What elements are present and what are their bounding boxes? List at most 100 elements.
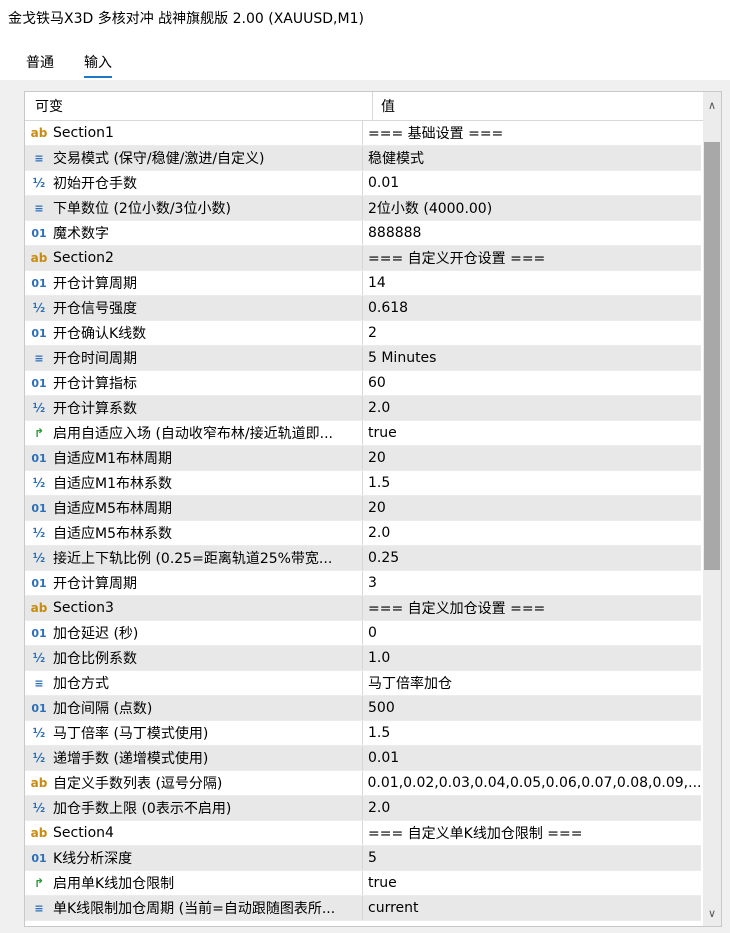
variable-name: 加仓延迟 (秒) bbox=[53, 626, 139, 642]
tab-inputs[interactable]: 输入 bbox=[84, 52, 112, 78]
value-cell[interactable]: 0 bbox=[363, 621, 377, 645]
variable-name: 开仓时间周期 bbox=[53, 351, 137, 367]
value-cell[interactable]: 888888 bbox=[363, 221, 421, 245]
table-row[interactable]: 01 自适应M1布林周期 20 bbox=[25, 446, 701, 471]
value-cell[interactable]: === 自定义开仓设置 === bbox=[363, 246, 545, 270]
scroll-down-arrow-icon[interactable]: ∨ bbox=[703, 904, 721, 922]
table-row[interactable]: ½ 递增手数 (递增模式使用) 0.01 bbox=[25, 746, 701, 771]
table-row[interactable]: 01 魔术数字 888888 bbox=[25, 221, 701, 246]
value-cell[interactable]: 3 bbox=[363, 571, 377, 595]
value-cell[interactable]: true bbox=[363, 871, 397, 895]
value-cell[interactable]: 5 bbox=[363, 846, 377, 870]
value-cell[interactable]: 0.25 bbox=[363, 546, 399, 570]
table-row[interactable]: ab Section2 === 自定义开仓设置 === bbox=[25, 246, 701, 271]
value-cell[interactable]: true bbox=[363, 421, 397, 445]
table-row[interactable]: ½ 开仓信号强度 0.618 bbox=[25, 296, 701, 321]
column-header-variable[interactable]: 可变 bbox=[25, 92, 373, 120]
value-cell[interactable]: 1.5 bbox=[363, 721, 390, 745]
table-row[interactable]: ab 自定义手数列表 (逗号分隔) 0.01,0.02,0.03,0.04,0.05… bbox=[25, 771, 701, 796]
value-cell[interactable]: 1.0 bbox=[363, 646, 390, 670]
scroll-up-arrow-icon[interactable]: ∧ bbox=[703, 96, 721, 114]
variable-name: 魔术数字 bbox=[53, 226, 109, 242]
variable-cell: 01 开仓计算周期 bbox=[25, 571, 363, 595]
double-type-icon: ½ bbox=[32, 726, 46, 740]
table-row[interactable]: 01 开仓确认K线数 2 bbox=[25, 321, 701, 346]
value-cell[interactable]: === 自定义单K线加仓限制 === bbox=[363, 821, 582, 845]
bool-type-icon: ↱ bbox=[33, 876, 45, 890]
table-row[interactable]: ab Section4 === 自定义单K线加仓限制 === bbox=[25, 821, 701, 846]
column-header-value[interactable]: 值 bbox=[373, 92, 395, 120]
table-row[interactable]: ½ 自适应M1布林系数 1.5 bbox=[25, 471, 701, 496]
table-row[interactable]: 01 加仓延迟 (秒) 0 bbox=[25, 621, 701, 646]
table-row[interactable]: ½ 开仓计算系数 2.0 bbox=[25, 396, 701, 421]
variable-name: 下单数位 (2位小数/3位小数) bbox=[53, 201, 231, 217]
vertical-scrollbar[interactable]: ∧ ∨ bbox=[703, 92, 721, 926]
variable-cell: 01 开仓计算指标 bbox=[25, 371, 363, 395]
value-cell[interactable]: 马丁倍率加仓 bbox=[363, 671, 452, 695]
value-cell[interactable]: 20 bbox=[363, 446, 386, 470]
table-row[interactable]: 01 K线分析深度 5 bbox=[25, 846, 701, 871]
table-row[interactable]: ≡ 开仓时间周期 5 Minutes bbox=[25, 346, 701, 371]
value-cell[interactable]: 2位小数 (4000.00) bbox=[363, 196, 492, 220]
scrollbar-thumb[interactable] bbox=[704, 142, 720, 570]
table-row[interactable]: ↱ 启用单K线加仓限制 true bbox=[25, 871, 701, 896]
value-cell[interactable]: 20 bbox=[363, 496, 386, 520]
table-row[interactable]: ½ 加仓比例系数 1.0 bbox=[25, 646, 701, 671]
value-cell[interactable]: 2.0 bbox=[363, 396, 390, 420]
value-cell[interactable]: === 自定义加仓设置 === bbox=[363, 596, 545, 620]
table-row[interactable]: ab Section1 === 基础设置 === bbox=[25, 121, 701, 146]
table-row[interactable]: ≡ 加仓方式 马丁倍率加仓 bbox=[25, 671, 701, 696]
window-title: 金戈铁马X3D 多核对冲 战神旗舰版 2.00 (XAUUSD,M1) bbox=[0, 0, 730, 36]
table-row[interactable]: 01 开仓计算指标 60 bbox=[25, 371, 701, 396]
variable-cell: ½ 自适应M5布林系数 bbox=[25, 521, 363, 545]
table-row[interactable]: ½ 马丁倍率 (马丁模式使用) 1.5 bbox=[25, 721, 701, 746]
table-row[interactable]: ↱ 启用自适应入场 (自动收窄布林/接近轨道即... true bbox=[25, 421, 701, 446]
table-row[interactable]: ½ 自适应M5布林系数 2.0 bbox=[25, 521, 701, 546]
value-cell[interactable]: 5 Minutes bbox=[363, 346, 436, 370]
value-cell[interactable]: === 基础设置 === bbox=[363, 121, 503, 145]
value-cell[interactable]: 60 bbox=[363, 371, 386, 395]
variable-cell: ↱ 启用单K线加仓限制 bbox=[25, 871, 363, 895]
value-cell[interactable]: 500 bbox=[363, 696, 395, 720]
table-row[interactable]: 01 开仓计算周期 14 bbox=[25, 271, 701, 296]
value-cell[interactable]: 2 bbox=[363, 321, 377, 345]
bool-type-icon: ↱ bbox=[33, 426, 45, 440]
table-row[interactable]: ≡ 交易模式 (保守/稳健/激进/自定义) 稳健模式 bbox=[25, 146, 701, 171]
table-row[interactable]: ≡ 下单数位 (2位小数/3位小数) 2位小数 (4000.00) bbox=[25, 196, 701, 221]
table-row[interactable]: ½ 初始开仓手数 0.01 bbox=[25, 171, 701, 196]
value-cell[interactable]: 0.01 bbox=[363, 171, 399, 195]
value-cell[interactable]: 稳健模式 bbox=[363, 146, 424, 170]
variable-cell: ↱ 启用自适应入场 (自动收窄布林/接近轨道即... bbox=[25, 421, 363, 445]
value-cell[interactable]: 1.5 bbox=[363, 471, 390, 495]
grid-header: 可变 值 bbox=[25, 92, 721, 121]
integer-type-icon: 01 bbox=[31, 501, 47, 515]
integer-type-icon: 01 bbox=[31, 326, 47, 340]
variable-cell: 01 加仓间隔 (点数) bbox=[25, 696, 363, 720]
table-row[interactable]: 01 加仓间隔 (点数) 500 bbox=[25, 696, 701, 721]
variable-name: 启用自适应入场 (自动收窄布林/接近轨道即... bbox=[53, 426, 333, 442]
enum-type-icon: ≡ bbox=[34, 201, 44, 215]
variable-cell: ab 自定义手数列表 (逗号分隔) bbox=[25, 771, 363, 795]
value-cell[interactable]: 0.618 bbox=[363, 296, 408, 320]
table-row[interactable]: ½ 加仓手数上限 (0表示不启用) 2.0 bbox=[25, 796, 701, 821]
variable-cell: ½ 加仓手数上限 (0表示不启用) bbox=[25, 796, 363, 820]
table-row[interactable]: ab Section3 === 自定义加仓设置 === bbox=[25, 596, 701, 621]
inputs-grid: 可变 值 ab Section1 === 基础设置 === ≡ 交易模式 (保守/稳健/… bbox=[24, 91, 722, 927]
double-type-icon: ½ bbox=[32, 526, 46, 540]
value-cell[interactable]: 2.0 bbox=[363, 796, 390, 820]
variable-cell: ab Section3 bbox=[25, 596, 363, 620]
tab-general[interactable]: 普通 bbox=[26, 52, 54, 72]
value-cell[interactable]: 14 bbox=[363, 271, 386, 295]
table-row[interactable]: ½ 接近上下轨比例 (0.25=距离轨道25%带宽... 0.25 bbox=[25, 546, 701, 571]
table-row[interactable]: 01 开仓计算周期 3 bbox=[25, 571, 701, 596]
table-row[interactable]: 01 自适应M5布林周期 20 bbox=[25, 496, 701, 521]
value-cell[interactable]: current bbox=[363, 896, 419, 920]
table-row[interactable]: ≡ 单K线限制加仓周期 (当前=自动跟随图表所... current bbox=[25, 896, 701, 921]
value-cell[interactable]: 2.0 bbox=[363, 521, 390, 545]
variable-name: K线分析深度 bbox=[53, 851, 133, 867]
value-cell[interactable]: 0.01,0.02,0.03,0.04,0.05,0.06,0.07,0.08,… bbox=[363, 771, 701, 795]
double-type-icon: ½ bbox=[32, 751, 46, 765]
variable-name: 自适应M5布林周期 bbox=[53, 501, 172, 517]
integer-type-icon: 01 bbox=[31, 226, 47, 240]
value-cell[interactable]: 0.01 bbox=[363, 746, 399, 770]
